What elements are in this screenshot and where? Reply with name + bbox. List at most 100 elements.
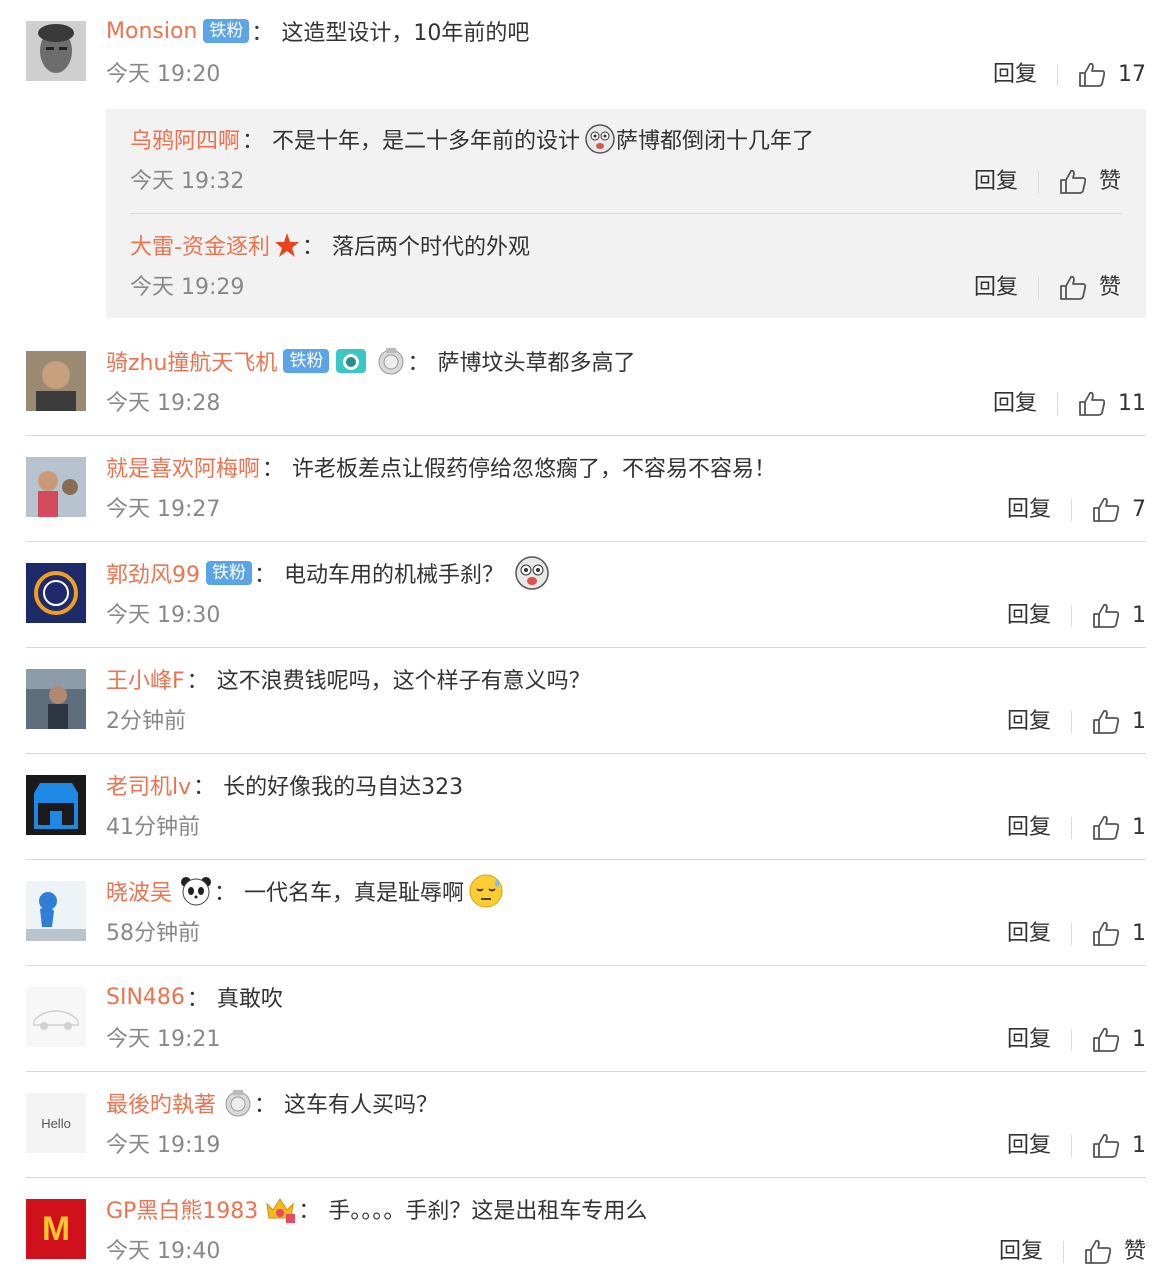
action-separator (1071, 817, 1072, 839)
colon: ： (186, 987, 209, 1012)
username[interactable]: 晓波吴 (106, 875, 172, 907)
thumbs-up-icon (1093, 1133, 1120, 1158)
username[interactable]: 老司机lv (106, 769, 191, 801)
avatar[interactable] (26, 881, 86, 941)
comment-text: 这造型设计，10年前的吧 (281, 21, 530, 46)
comment-time: 今天 19:40 (106, 1239, 221, 1264)
comment-actions: 回复 1 (1007, 601, 1146, 631)
comment-line: SIN486 ： 真敢吹 (106, 980, 1151, 1014)
colon: ： (301, 235, 324, 260)
like-button[interactable]: 17 (1078, 60, 1146, 90)
username[interactable]: 就是喜欢阿梅啊 (106, 451, 260, 483)
avatar[interactable]: Hello (26, 1093, 86, 1153)
avatar[interactable] (26, 563, 86, 623)
action-separator (1071, 1029, 1072, 1051)
username[interactable]: 最後旳執著 (106, 1087, 216, 1119)
reply-button[interactable]: 回复 (993, 60, 1037, 90)
reply-button[interactable]: 回复 (1007, 601, 1051, 631)
thumbs-up-icon (1093, 815, 1120, 840)
comment-text: 这车有人买吗？ (284, 1093, 439, 1118)
avatar[interactable] (26, 775, 86, 835)
reply-button[interactable]: 回复 (999, 1237, 1043, 1267)
thumbs-up-icon (1093, 603, 1120, 628)
comment-text: 这不浪费钱呢吗，这个样子有意义吗？ (216, 669, 591, 694)
reply-text: 落后两个时代的外观 (331, 235, 530, 260)
comment-divider (26, 753, 1146, 754)
username[interactable]: 郭劲风99 (106, 557, 200, 589)
like-button[interactable]: 1 (1092, 1025, 1146, 1055)
thumbs-up-icon (1093, 709, 1120, 734)
avatar[interactable] (26, 457, 86, 517)
comment-line: 晓波吴 ： 一代名车，真是耻辱啊 (106, 874, 1151, 908)
thumbs-up-icon (1079, 391, 1106, 416)
username[interactable]: Monsion (106, 19, 197, 44)
reply-button[interactable]: 回复 (1007, 1131, 1051, 1161)
like-count: 7 (1132, 497, 1146, 522)
reply-button[interactable]: 回复 (1007, 707, 1051, 737)
like-label: 赞 (1098, 169, 1121, 194)
comment-text: 许老板差点让假药停给忽悠瘸了，不容易不容易！ (292, 457, 777, 482)
reply-button[interactable]: 回复 (1007, 919, 1051, 949)
comment-actions: 回复 7 (1007, 495, 1146, 525)
comment-divider (26, 647, 1146, 648)
comment-actions: 回复 17 (993, 60, 1146, 90)
comment-actions: 回复 1 (1007, 813, 1146, 843)
like-button[interactable]: 1 (1092, 1131, 1146, 1161)
colon: ： (186, 669, 209, 694)
dizzy-face-emoji-icon (584, 123, 616, 155)
avatar[interactable] (26, 987, 86, 1047)
thumbs-up-icon (1093, 1027, 1120, 1052)
reply-button[interactable]: 回复 (974, 167, 1018, 197)
avatar[interactable] (26, 669, 86, 729)
comment-text: 一代名车，真是耻辱啊 (244, 881, 465, 906)
like-button[interactable]: 1 (1092, 601, 1146, 631)
comment-divider (26, 435, 1146, 436)
username[interactable]: 王小峰F (106, 663, 185, 695)
like-count: 11 (1118, 391, 1146, 416)
like-button[interactable]: 7 (1092, 495, 1146, 525)
username[interactable]: 乌鸦阿四啊 (130, 123, 240, 155)
avatar[interactable] (26, 351, 86, 411)
comment-time: 今天 19:20 (106, 62, 221, 87)
reply-button[interactable]: 回复 (1007, 495, 1051, 525)
action-separator (1057, 393, 1058, 415)
like-button[interactable]: 赞 (1059, 273, 1121, 303)
reply-button[interactable]: 回复 (1007, 813, 1051, 843)
reply-button[interactable]: 回复 (974, 273, 1018, 303)
username[interactable]: 骑zhu撞航天飞机 (106, 345, 277, 377)
comment-divider (26, 541, 1146, 542)
reply-button[interactable]: 回复 (1007, 1025, 1051, 1055)
comment-line: GP黑白熊1983 ： 手。。。。手刹？这是出租车专用么 (106, 1192, 1151, 1226)
comment-time: 今天 19:27 (106, 497, 221, 522)
thumbs-up-icon (1060, 169, 1087, 194)
reply-button[interactable]: 回复 (993, 389, 1037, 419)
like-button[interactable]: 1 (1092, 813, 1146, 843)
comment-time: 今天 19:21 (106, 1027, 221, 1052)
colon: ： (407, 351, 430, 376)
like-button[interactable]: 赞 (1084, 1237, 1146, 1267)
comment-line: 老司机lv ： 长的好像我的马自达323 (106, 768, 1151, 802)
comment-divider (26, 1177, 1146, 1178)
comment-time: 今天 19:30 (106, 603, 221, 628)
like-button[interactable]: 1 (1092, 919, 1146, 949)
medal-icon (224, 1089, 252, 1117)
comment-text: 电动车用的机械手刹？ (284, 563, 505, 588)
like-button[interactable]: 1 (1092, 707, 1146, 737)
comment-text: 萨博坟头草都多高了 (437, 351, 636, 376)
username[interactable]: SIN486 (106, 985, 185, 1010)
action-separator (1071, 923, 1072, 945)
comment-line: 王小峰F ： 这不浪费钱呢吗，这个样子有意义吗？ (106, 662, 1151, 696)
username[interactable]: 大雷-资金逐利 (130, 229, 270, 261)
comment-list: Monsion 铁粉 ： 这造型设计，10年前的吧 今天 19:20 回复 17… (0, 0, 1171, 1279)
like-button[interactable]: 11 (1078, 389, 1146, 419)
like-button[interactable]: 赞 (1059, 167, 1121, 197)
comment-text: 手。。。。手刹？这是出租车专用么 (328, 1199, 648, 1224)
username[interactable]: GP黑白熊1983 (106, 1193, 258, 1225)
action-separator (1071, 499, 1072, 521)
colon: ： (298, 1199, 321, 1224)
comment-text: 真敢吹 (216, 987, 283, 1012)
avatar[interactable] (26, 21, 86, 81)
avatar[interactable]: M (26, 1199, 86, 1259)
comment-line: Monsion 铁粉 ： 这造型设计，10年前的吧 (106, 14, 1151, 48)
dizzy-face-emoji-icon (514, 555, 550, 591)
